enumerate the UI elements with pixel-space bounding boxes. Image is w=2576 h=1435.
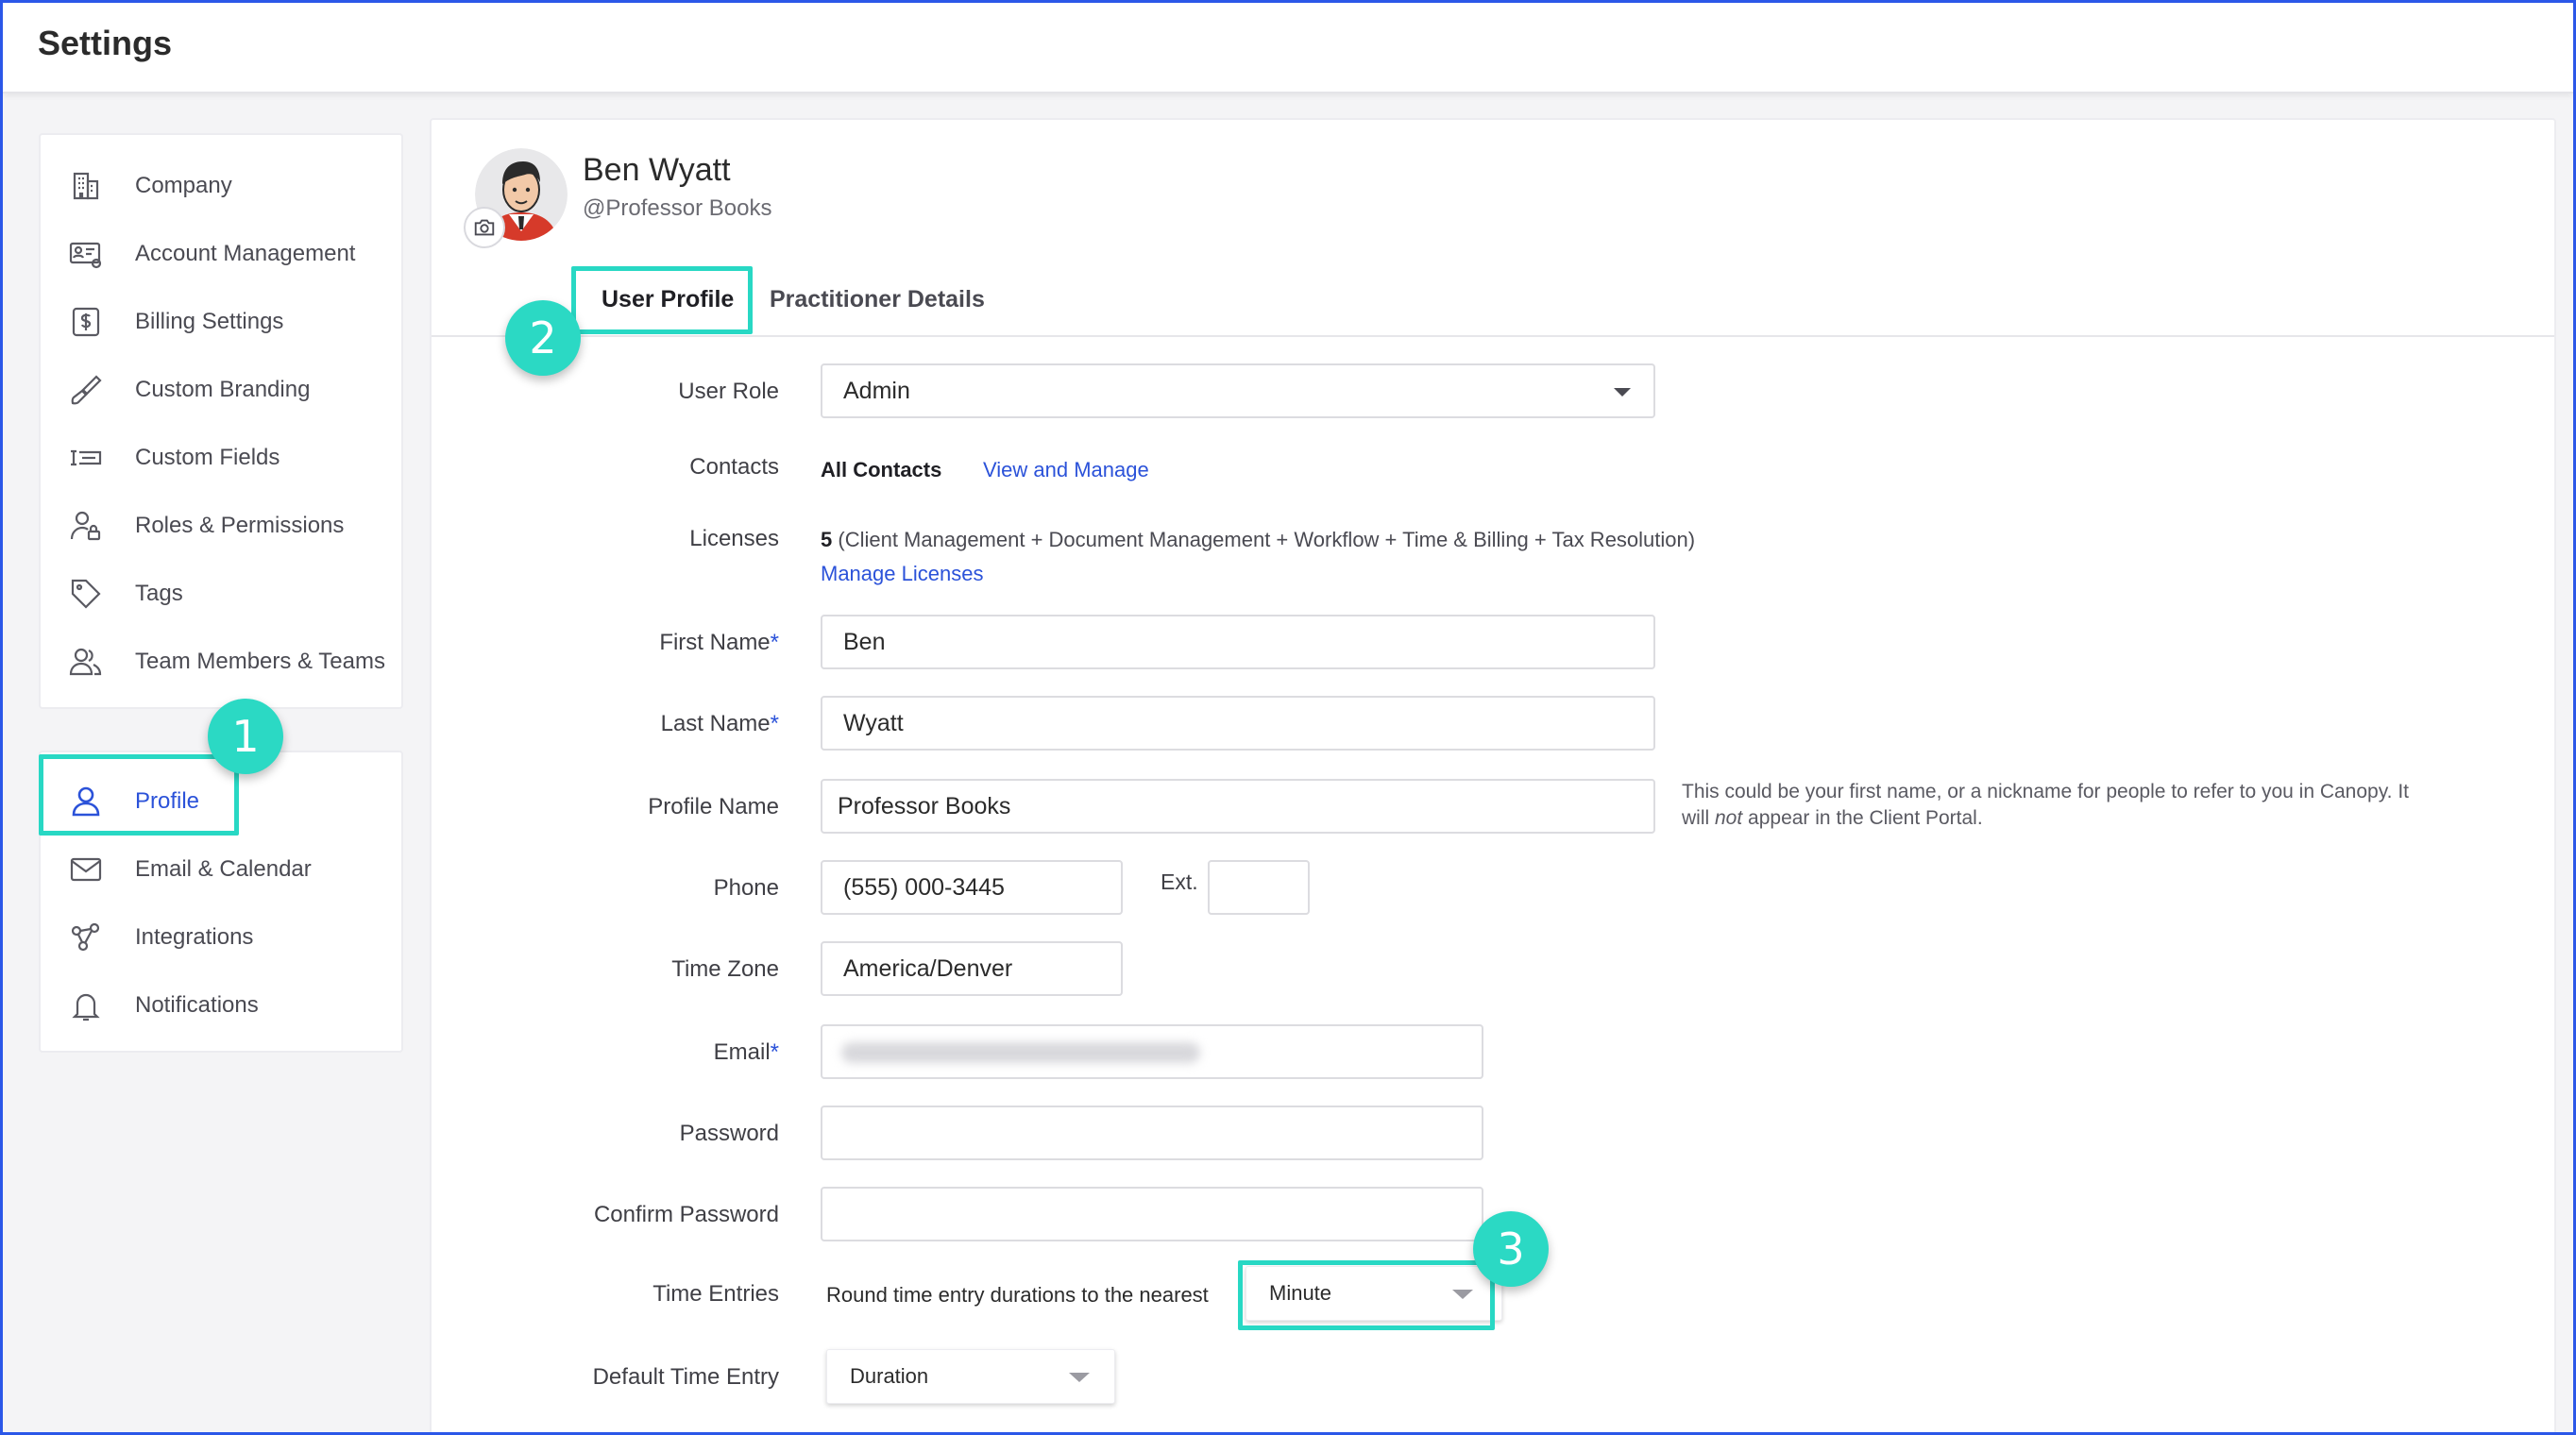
licenses-label: Licenses bbox=[689, 526, 779, 551]
user-lock-icon bbox=[67, 507, 105, 545]
last-name-field[interactable]: Wyatt bbox=[821, 696, 1655, 751]
phone-label: Phone bbox=[713, 875, 779, 901]
sidebar-item-label: Tags bbox=[135, 581, 183, 606]
time-zone-field[interactable]: America/Denver bbox=[821, 941, 1123, 996]
ext-field[interactable] bbox=[1208, 860, 1310, 915]
licenses-detail: (Client Management + Document Management… bbox=[832, 528, 1696, 551]
ext-label: Ext. bbox=[1161, 869, 1198, 894]
first-name-label-text: First Name bbox=[659, 630, 771, 655]
time-rounding-highlight bbox=[1238, 1260, 1495, 1330]
first-name-field[interactable]: Ben bbox=[821, 615, 1655, 669]
step-badge-1: 1 bbox=[208, 699, 283, 774]
time-entries-label: Time Entries bbox=[652, 1281, 779, 1307]
sidebar-item-roles-permissions[interactable]: Roles & Permissions bbox=[41, 498, 401, 554]
text-field-icon bbox=[67, 439, 105, 477]
sidebar-item-label: Custom Fields bbox=[135, 445, 280, 470]
user-role-value: Admin bbox=[843, 377, 910, 404]
top-bar: Settings bbox=[3, 3, 2573, 93]
window-frame: Settings Company Account Management Bill… bbox=[0, 0, 2576, 1435]
tag-icon bbox=[67, 575, 105, 613]
user-role-select[interactable]: Admin bbox=[821, 363, 1655, 418]
password-field[interactable] bbox=[821, 1106, 1483, 1160]
required-marker: * bbox=[770, 1039, 779, 1065]
required-marker: * bbox=[770, 711, 779, 736]
email-label: Email* bbox=[714, 1039, 779, 1066]
sidebar-item-label: Email & Calendar bbox=[135, 856, 312, 882]
profile-name-label: Profile Name bbox=[648, 794, 779, 819]
first-name-label: First Name* bbox=[659, 630, 779, 656]
dollar-icon bbox=[67, 303, 105, 341]
hint-text: will bbox=[1682, 807, 1715, 829]
chevron-down-icon bbox=[1069, 1373, 1090, 1382]
default-time-entry-label: Default Time Entry bbox=[592, 1364, 779, 1390]
view-and-manage-link[interactable]: View and Manage bbox=[983, 458, 1149, 482]
last-name-label: Last Name* bbox=[661, 711, 779, 737]
hint-emphasis: not bbox=[1715, 807, 1743, 829]
step-badge-2: 2 bbox=[505, 300, 581, 376]
email-field[interactable] bbox=[821, 1024, 1483, 1079]
profile-name-hint-line-1: This could be your first name, or a nick… bbox=[1682, 781, 2409, 802]
sidebar-item-tags[interactable]: Tags bbox=[41, 566, 401, 622]
password-label: Password bbox=[679, 1121, 779, 1146]
page-title: Settings bbox=[38, 24, 173, 62]
id-card-gear-icon bbox=[67, 235, 105, 273]
sidebar-settings-group: Company Account Management Billing Setti… bbox=[39, 133, 403, 709]
sidebar-item-label: Integrations bbox=[135, 924, 254, 950]
sidebar-item-custom-branding[interactable]: Custom Branding bbox=[41, 362, 401, 418]
users-icon bbox=[67, 643, 105, 681]
building-icon bbox=[67, 167, 105, 205]
sidebar-item-label: Account Management bbox=[135, 241, 356, 266]
sidebar-item-label: Roles & Permissions bbox=[135, 513, 345, 538]
profile-name-field[interactable]: Professor Books bbox=[821, 779, 1655, 834]
redacted-email bbox=[841, 1042, 1200, 1063]
time-zone-label: Time Zone bbox=[671, 956, 779, 982]
bell-icon bbox=[67, 987, 105, 1024]
step-badge-3: 3 bbox=[1473, 1211, 1549, 1287]
last-name-label-text: Last Name bbox=[660, 711, 771, 736]
time-entries-text: Round time entry durations to the neares… bbox=[826, 1283, 1209, 1307]
user-role-label: User Role bbox=[678, 379, 779, 404]
sidebar-item-label: Notifications bbox=[135, 992, 259, 1018]
hint-text: appear in the Client Portal. bbox=[1742, 807, 1983, 829]
sidebar-item-integrations[interactable]: Integrations bbox=[41, 909, 401, 966]
licenses-summary: 5 (Client Management + Document Manageme… bbox=[821, 528, 1695, 552]
sidebar-item-label: Team Members & Teams bbox=[135, 649, 385, 674]
licenses-count: 5 bbox=[821, 528, 833, 551]
default-time-entry-value: Duration bbox=[850, 1364, 929, 1388]
sidebar-item-account-management[interactable]: Account Management bbox=[41, 226, 401, 282]
user-profile-tab-highlight bbox=[571, 266, 753, 334]
sidebar-item-billing-settings[interactable]: Billing Settings bbox=[41, 294, 401, 350]
tab-practitioner-details[interactable]: Practitioner Details bbox=[770, 286, 985, 313]
required-marker: * bbox=[770, 630, 779, 655]
sidebar-item-team-members[interactable]: Team Members & Teams bbox=[41, 633, 401, 690]
sidebar-item-label: Billing Settings bbox=[135, 309, 284, 334]
contacts-label: Contacts bbox=[689, 454, 779, 480]
sidebar-item-company[interactable]: Company bbox=[41, 158, 401, 214]
profile-name-hint-line-2: will not appear in the Client Portal. bbox=[1682, 807, 1983, 830]
sidebar-item-custom-fields[interactable]: Custom Fields bbox=[41, 430, 401, 486]
email-label-text: Email bbox=[713, 1039, 771, 1065]
default-time-entry-select[interactable]: Duration bbox=[826, 1349, 1115, 1404]
sidebar-item-label: Custom Branding bbox=[135, 377, 311, 402]
sidebar-item-email-calendar[interactable]: Email & Calendar bbox=[41, 841, 401, 898]
integrations-icon bbox=[67, 919, 105, 956]
confirm-password-field[interactable] bbox=[821, 1187, 1483, 1241]
contacts-value: All Contacts bbox=[821, 458, 942, 481]
sidebar-item-notifications[interactable]: Notifications bbox=[41, 977, 401, 1034]
phone-field[interactable]: (555) 000-3445 bbox=[821, 860, 1123, 915]
chevron-down-icon bbox=[1614, 388, 1631, 397]
profile-highlight bbox=[39, 754, 239, 836]
sidebar-item-label: Company bbox=[135, 173, 232, 198]
envelope-icon bbox=[67, 851, 105, 888]
confirm-password-label: Confirm Password bbox=[593, 1202, 779, 1227]
manage-licenses-link[interactable]: Manage Licenses bbox=[821, 562, 983, 586]
paint-brush-icon bbox=[67, 371, 105, 409]
